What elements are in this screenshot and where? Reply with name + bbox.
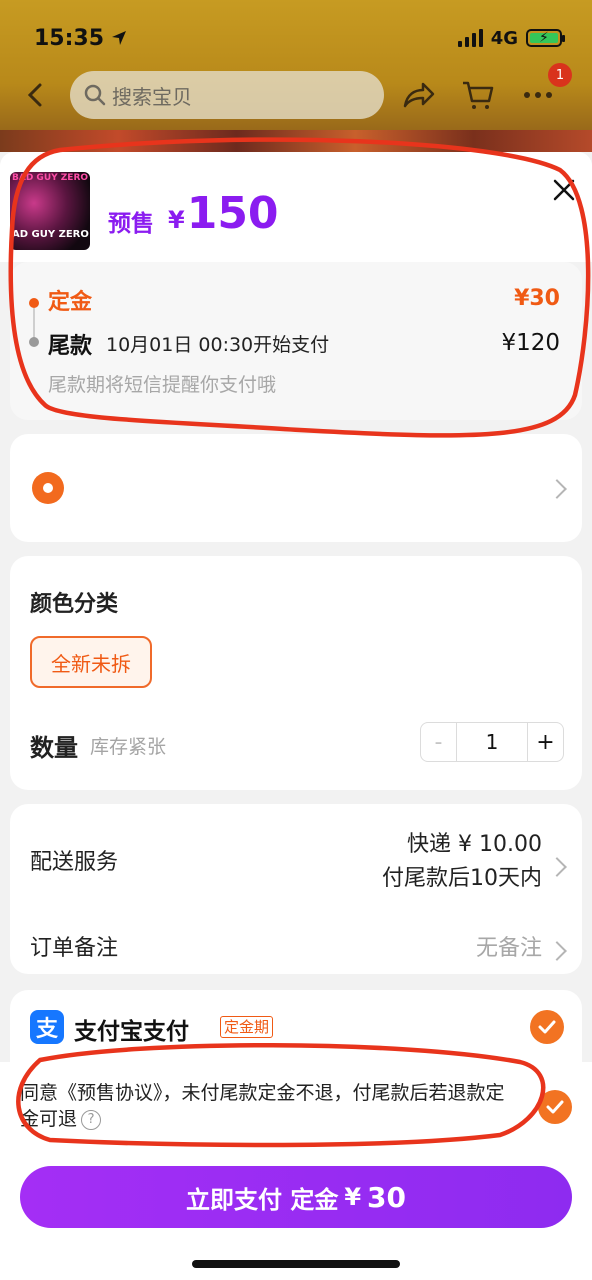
deposit-period-tag: 定金期: [220, 1016, 274, 1038]
alipay-icon: 支: [30, 1010, 64, 1044]
pay-button-label: 立即支付 定金: [185, 1185, 339, 1214]
delivery-fee[interactable]: 快递 ¥ 10.00: [407, 826, 542, 858]
color-category-title: 颜色分类: [30, 592, 119, 617]
search-input[interactable]: 搜索宝贝: [70, 71, 384, 119]
balance-label: 尾款: [48, 334, 93, 359]
chevron-right-icon: [547, 479, 567, 499]
battery-icon: ⚡: [526, 29, 565, 47]
balance-start-time: 10月01日 00:30开始支付: [106, 334, 330, 356]
product-image-strip: [0, 130, 592, 152]
product-header: BAD GUY ZERO AD GUY ZERO: [0, 152, 592, 262]
pay-button-currency: ¥: [344, 1183, 362, 1211]
search-icon: [84, 84, 106, 106]
deposit-dot: [29, 298, 39, 308]
help-icon[interactable]: ?: [81, 1109, 102, 1130]
chevron-left-icon: [27, 83, 42, 107]
cart-button[interactable]: [458, 75, 498, 115]
balance-reminder-note: 尾款期将短信提醒你支付哦: [48, 374, 277, 396]
quantity-label: 数量: [30, 734, 78, 762]
color-option-chip[interactable]: 全新未拆: [30, 636, 152, 688]
stock-status: 库存紧张: [90, 736, 167, 758]
balance-dot: [29, 337, 39, 347]
decrease-button[interactable]: -: [421, 723, 457, 761]
checkmark-icon: [546, 1100, 564, 1114]
cart-icon: [463, 81, 494, 109]
sku-options: 颜色分类 全新未拆 数量 库存紧张 - 1 +: [10, 556, 582, 790]
presale-price: ¥ 150: [168, 188, 279, 239]
presale-label: 预售: [108, 211, 154, 237]
pay-deposit-button[interactable]: 立即支付 定金 ¥30: [20, 1166, 572, 1228]
quantity-value[interactable]: 1: [457, 730, 527, 754]
location-pin-icon: [32, 472, 64, 504]
order-note-label: 订单备注: [30, 936, 119, 961]
agreement-bar: 同意《预售协议》，未付尾款定金不退，付尾款后若退款定金可退?: [0, 1062, 592, 1144]
signal-icon: [457, 29, 483, 47]
deposit-label: 定金: [48, 290, 93, 315]
address-selector[interactable]: [10, 434, 582, 542]
share-icon: [403, 82, 435, 108]
payment-selected-check-icon[interactable]: [530, 1010, 564, 1044]
delivery-service-label: 配送服务: [30, 850, 119, 875]
share-button[interactable]: [398, 75, 438, 115]
home-indicator: [192, 1260, 400, 1268]
delivery-and-notes: 配送服务 快递 ¥ 10.00 付尾款后10天内 订单备注 无备注: [10, 804, 582, 974]
status-bar: 15:35 4G ⚡: [0, 18, 592, 58]
timeline-line: [33, 308, 35, 338]
location-arrow-icon: [112, 31, 127, 45]
payment-method-label: 支付宝支付: [74, 1019, 189, 1045]
price-value: 150: [186, 188, 279, 239]
increase-button[interactable]: +: [527, 723, 563, 761]
network-label: 4G: [490, 27, 518, 49]
search-placeholder: 搜索宝贝: [112, 84, 192, 109]
thumb-caption-text: AD GUY ZERO: [12, 229, 89, 240]
pay-button-amount: 30: [367, 1180, 407, 1214]
deposit-breakdown: 定金 ¥30 尾款 10月01日 00:30开始支付 ¥120 尾款期将短信提醒…: [10, 262, 582, 420]
quantity-stepper: - 1 +: [420, 722, 564, 762]
close-button[interactable]: [550, 176, 578, 204]
product-thumbnail[interactable]: BAD GUY ZERO AD GUY ZERO: [10, 172, 90, 250]
price-currency: ¥: [168, 206, 185, 234]
bottom-bar: 立即支付 定金 ¥30: [0, 1144, 592, 1280]
agreement-text-wrap[interactable]: 同意《预售协议》，未付尾款定金不退，付尾款后若退款定金可退?: [20, 1080, 520, 1132]
status-time: 15:35: [34, 26, 128, 51]
top-nav: 搜索宝贝 1: [0, 63, 592, 120]
delivery-eta[interactable]: 付尾款后10天内: [382, 860, 542, 892]
back-button[interactable]: [0, 70, 70, 120]
deposit-amount: ¥30: [514, 286, 560, 311]
status-indicators: 4G ⚡: [457, 27, 565, 49]
checkmark-icon: [538, 1020, 556, 1034]
chevron-right-icon[interactable]: [547, 857, 567, 877]
close-icon: [553, 179, 575, 201]
thumb-brand-text: BAD GUY ZERO: [12, 173, 89, 183]
chevron-right-icon[interactable]: [547, 941, 567, 961]
order-note-value[interactable]: 无备注: [476, 930, 542, 962]
time-text: 15:35: [34, 25, 105, 51]
balance-amount: ¥120: [501, 330, 560, 356]
agreement-check-icon[interactable]: [538, 1090, 572, 1124]
more-dots-icon: [524, 92, 552, 98]
more-button[interactable]: 1: [518, 63, 572, 115]
notification-badge: 1: [548, 63, 572, 87]
